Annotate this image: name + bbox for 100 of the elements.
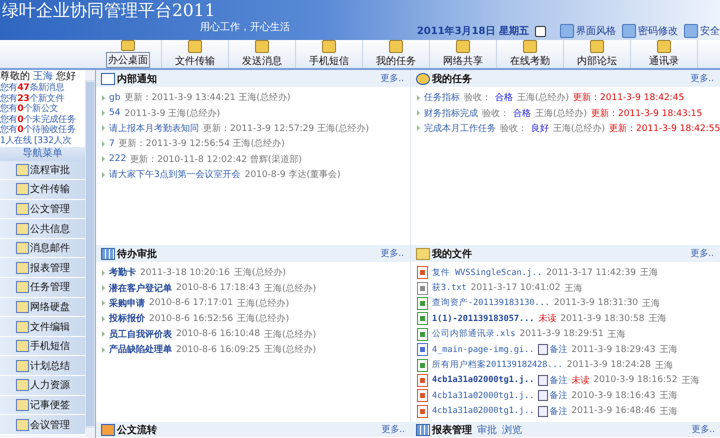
menu-item[interactable]: 消息邮件 bbox=[0, 238, 85, 258]
notice-link[interactable]: 54 bbox=[109, 108, 120, 118]
menu-item[interactable]: 文件传输 bbox=[0, 180, 85, 200]
check-label: 验收： bbox=[464, 92, 491, 104]
file-link[interactable]: 4_main-page-img.gi.. bbox=[432, 344, 534, 355]
file-link[interactable]: 4cb1a31a02000tg1.j.. bbox=[432, 390, 534, 401]
file-icon bbox=[417, 266, 428, 280]
stat-link[interactable]: 您有0个未完成任务 bbox=[0, 114, 85, 125]
toolbar-button[interactable]: 办公桌面 bbox=[95, 40, 162, 68]
report-link[interactable]: 审批 bbox=[477, 422, 497, 436]
more-link[interactable]: 更多.. bbox=[381, 423, 405, 436]
grade-text: 合格 bbox=[495, 92, 513, 104]
menu-item[interactable]: 人力资源 bbox=[0, 376, 85, 396]
approval-link[interactable]: 投标报价 bbox=[109, 312, 145, 326]
stat-link[interactable]: 您有23个新文件 bbox=[0, 94, 85, 104]
stat-link[interactable]: 您有47条新消息 bbox=[0, 83, 85, 94]
file-time: 2011-3-9 18:29:51 bbox=[519, 329, 604, 340]
folder-icon bbox=[416, 248, 430, 260]
grade-text: 合格 bbox=[513, 108, 531, 120]
user-name-link[interactable]: 王海 bbox=[33, 70, 53, 83]
user-text: 王海(总经办) bbox=[237, 312, 290, 326]
task-link[interactable]: 任务指标 bbox=[424, 91, 460, 104]
header-link[interactable]: 密码修改 bbox=[622, 24, 678, 38]
menu-item[interactable]: 任务管理 bbox=[0, 278, 85, 298]
report-link[interactable]: 浏览 bbox=[502, 422, 522, 436]
header-link[interactable]: 界面风格 bbox=[560, 24, 616, 38]
file-icon bbox=[417, 374, 428, 387]
panel-header: 待办审批 更多.. bbox=[96, 245, 410, 262]
menu-item[interactable]: 网络硬盘 bbox=[0, 298, 85, 318]
user-text: 王海 bbox=[608, 328, 626, 341]
grade-text: 良好 bbox=[531, 122, 549, 135]
approval-link[interactable]: 潜在客户登记单 bbox=[109, 282, 172, 295]
more-link[interactable]: 更多.. bbox=[380, 247, 404, 260]
user-text: 王海 bbox=[648, 312, 666, 326]
file-link[interactable]: 公司内部通讯录.xls bbox=[432, 328, 516, 340]
file-link[interactable]: 获3.txt bbox=[432, 282, 467, 294]
menu-item[interactable]: 手机短信 bbox=[0, 336, 85, 356]
notice-link[interactable]: gb bbox=[109, 92, 120, 103]
toolbar-button[interactable]: 我的任务 bbox=[363, 40, 430, 68]
toolbar-button[interactable]: 内部论坛 bbox=[564, 40, 631, 68]
task-link[interactable]: 财务指标完成 bbox=[424, 106, 478, 120]
header-link[interactable]: 安全 bbox=[684, 24, 720, 38]
toolbar-button[interactable]: 手机短信 bbox=[296, 40, 363, 68]
notice-link[interactable]: 请上报本月考勤表知同 bbox=[109, 122, 199, 135]
notice-link[interactable]: 7 bbox=[109, 138, 115, 149]
more-link[interactable]: 更多.. bbox=[691, 423, 715, 436]
file-time: 2011-3-17 10:41:02 bbox=[470, 283, 560, 294]
menu-item[interactable]: 公文管理 bbox=[0, 200, 85, 220]
user-text: 王海 bbox=[642, 298, 660, 310]
menu-item[interactable]: 流程审批 bbox=[0, 160, 85, 180]
toolbar-button[interactable]: 发送消息 bbox=[229, 40, 296, 68]
user-text: 王海(总经办) bbox=[237, 298, 290, 310]
notice-link[interactable]: 222 bbox=[109, 154, 126, 164]
menu-item[interactable]: 公共信息 bbox=[0, 219, 85, 239]
stat-link[interactable]: 您有0个新公文 bbox=[0, 104, 85, 114]
user-text: 王海 bbox=[682, 374, 700, 387]
file-link[interactable]: 所有用户档案201139182428... bbox=[432, 359, 563, 372]
note-link[interactable]: 备注 bbox=[538, 343, 568, 356]
stat-link[interactable]: 您有0个待验收任务 bbox=[0, 125, 85, 136]
update-time: 更新：2011-3-9 18:43:15 bbox=[591, 108, 702, 120]
app-title: 绿叶企业协同管理平台2011 bbox=[2, 0, 216, 22]
menu-item[interactable]: 文件编辑 bbox=[0, 317, 85, 337]
toolbar-button[interactable]: 文件传输 bbox=[162, 40, 229, 68]
menu-item[interactable]: 计划总结 bbox=[0, 356, 85, 376]
user-text: 王海 bbox=[660, 390, 678, 402]
file-link[interactable]: 复件 WVSSingleScan.j.. bbox=[432, 266, 542, 279]
approval-link[interactable]: 员工自我评价表 bbox=[109, 328, 172, 341]
approval-time: 2010-8-6 16:09:25 bbox=[176, 344, 260, 355]
more-link[interactable]: 更多.. bbox=[690, 247, 714, 260]
menu-item[interactable]: 记事便签 bbox=[0, 396, 85, 416]
menu-item[interactable]: 会议管理 bbox=[0, 415, 85, 435]
user-text: 王海 bbox=[654, 360, 673, 372]
menu-item[interactable]: 报表管理 bbox=[0, 258, 85, 278]
more-link[interactable]: 更多.. bbox=[380, 72, 404, 85]
note-link[interactable]: 备注 bbox=[538, 389, 568, 402]
greeting-text: 您好 bbox=[56, 70, 76, 82]
approval-link[interactable]: 考勤卡 bbox=[109, 266, 136, 280]
note-link[interactable]: 备注 bbox=[538, 404, 568, 418]
panel-header: 公文流转 更多.. bbox=[96, 422, 411, 437]
approval-link[interactable]: 产品缺陷处理单 bbox=[109, 343, 172, 356]
notice-link[interactable]: 请大家下午3点到第一会议室开会 bbox=[109, 168, 241, 182]
toolbar-button[interactable]: 通讯录 bbox=[631, 40, 698, 68]
approval-link[interactable]: 采购申请 bbox=[109, 296, 145, 310]
file-icon bbox=[417, 343, 428, 356]
file-time: 2011-3-9 18:30:58 bbox=[560, 314, 644, 324]
toolbar-button[interactable]: 在线考勤 bbox=[497, 40, 564, 68]
document-icon bbox=[101, 424, 115, 436]
bullet-icon bbox=[417, 94, 420, 101]
more-link[interactable]: 更多.. bbox=[690, 72, 714, 85]
scrollbar[interactable] bbox=[85, 70, 95, 438]
file-link[interactable]: 1(1)-201139183057... bbox=[432, 314, 534, 324]
file-link[interactable]: 查询资产-201139183130... bbox=[432, 297, 550, 310]
file-link[interactable]: 4cb1a31a02000tg1.j.. bbox=[432, 375, 534, 386]
file-link[interactable]: 4cb1a31a02000tg1.j.. bbox=[432, 406, 534, 416]
table-icon bbox=[416, 424, 430, 436]
notice-meta: 更新：2010-11-8 12:02:42 曾辉(渠道部) bbox=[130, 154, 302, 166]
task-link[interactable]: 完成本月工作任务 bbox=[424, 122, 496, 135]
toolbar-button[interactable]: 网络共享 bbox=[430, 40, 497, 68]
note-link[interactable]: 备注 bbox=[538, 374, 568, 387]
bullet-icon bbox=[102, 270, 105, 276]
